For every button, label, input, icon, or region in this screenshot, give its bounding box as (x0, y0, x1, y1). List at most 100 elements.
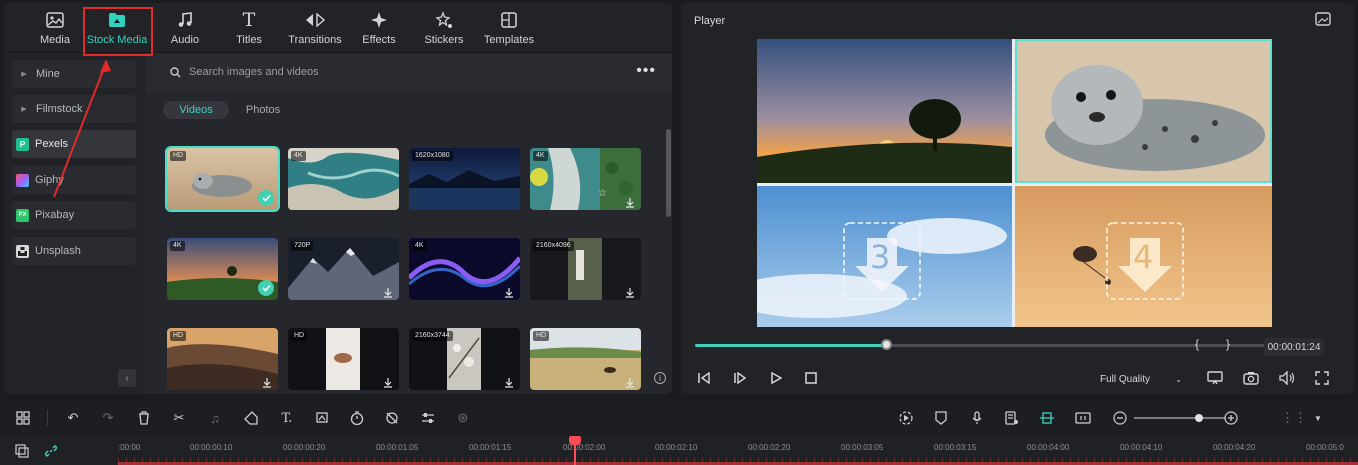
favorite-star-icon[interactable]: ☆ (598, 188, 607, 199)
tab-audio[interactable]: Audio (163, 3, 207, 53)
download-icon[interactable] (504, 375, 514, 388)
resolution-badge: 4K (170, 241, 185, 251)
next-frame-icon[interactable] (731, 369, 749, 387)
search-input[interactable]: Search images and videos ••• (146, 54, 672, 90)
ai-tool-icon[interactable]: ⊛ (454, 409, 472, 427)
text-icon: T (242, 9, 256, 31)
stock-media-icon (108, 11, 126, 29)
current-time: 00:00:01:24 (1264, 338, 1324, 356)
camera-snapshot-icon[interactable] (1242, 369, 1260, 387)
playback-scrubber[interactable] (880, 339, 892, 350)
grid-dots-icon[interactable]: ⋮⋮ (1281, 409, 1307, 427)
track-manager-icon[interactable] (13, 442, 31, 460)
tab-titles[interactable]: T Titles (227, 3, 271, 53)
zoom-slider[interactable] (1134, 417, 1226, 419)
tab-videos[interactable]: Videos (163, 101, 229, 119)
crop-icon[interactable] (313, 409, 331, 427)
tab-stickers-label: Stickers (424, 34, 464, 46)
speed-timer-icon[interactable] (348, 409, 366, 427)
download-icon[interactable] (625, 195, 635, 208)
tab-photos[interactable]: Photos (236, 101, 290, 119)
snap-magnet-icon[interactable] (1038, 409, 1056, 427)
tag-icon[interactable] (242, 409, 260, 427)
tab-stock-media[interactable]: Stock Media (86, 3, 148, 53)
mark-in-button[interactable]: { (1195, 337, 1199, 351)
tab-transitions[interactable]: Transitions (286, 3, 344, 53)
sidebar-item-label: Unsplash (35, 245, 81, 257)
audio-detach-icon[interactable]: ♫ (206, 409, 224, 427)
delete-icon[interactable] (135, 409, 153, 427)
video-thumbnail[interactable]: 4K (409, 238, 520, 300)
ruler-label: 00:00:05:0 (1306, 443, 1344, 452)
tab-templates[interactable]: Templates (483, 3, 535, 53)
video-thumbnail[interactable]: 4K (167, 238, 278, 300)
adjust-sliders-icon[interactable] (419, 409, 437, 427)
shield-mark-icon[interactable] (932, 409, 950, 427)
tab-titles-label: Titles (236, 34, 262, 46)
video-thumbnail[interactable]: 720P (288, 238, 399, 300)
video-thumbnail[interactable]: HD (288, 328, 399, 390)
download-icon[interactable] (383, 285, 393, 298)
video-thumbnail[interactable]: 4K (288, 148, 399, 210)
text-tool-icon[interactable]: T. (278, 409, 296, 427)
split-screen-quad-2[interactable] (1015, 39, 1272, 183)
sidebar-item-unsplash[interactable]: Unsplash (12, 237, 136, 265)
split-screen-quad-3[interactable]: 3 (757, 186, 1012, 327)
tab-media[interactable]: Media (33, 3, 77, 53)
layout-grid-icon[interactable] (14, 409, 32, 427)
info-icon[interactable]: i (654, 372, 666, 384)
zoom-in-icon[interactable] (1222, 409, 1240, 427)
fullscreen-icon[interactable] (1313, 369, 1331, 387)
more-options-icon[interactable]: ••• (636, 62, 656, 80)
sidebar-item-pixabay[interactable]: PX Pixabay (12, 201, 136, 229)
volume-icon[interactable] (1278, 369, 1296, 387)
prev-frame-icon[interactable] (695, 369, 713, 387)
split-screen-quad-1[interactable] (757, 39, 1012, 183)
chevron-down-icon[interactable]: ▼ (1309, 409, 1327, 427)
microphone-icon[interactable] (968, 409, 986, 427)
content-scrollbar[interactable] (666, 129, 671, 217)
download-icon[interactable] (383, 375, 393, 388)
voiceover-text-icon[interactable] (1003, 409, 1021, 427)
split-scissors-icon[interactable]: ✂ (170, 409, 188, 427)
mark-out-button[interactable]: } (1226, 337, 1230, 351)
tab-effects[interactable]: Effects (357, 3, 401, 53)
quality-select[interactable]: Full Quality ⌄ (1094, 369, 1188, 389)
tab-stickers[interactable]: Stickers (421, 3, 467, 53)
collapse-sidebar-button[interactable]: ‹ (118, 369, 136, 387)
video-thumbnail[interactable]: HD (167, 328, 278, 390)
snapshot-preview-icon[interactable] (1315, 12, 1331, 31)
search-icon (170, 66, 181, 78)
download-icon[interactable] (625, 285, 635, 298)
stop-icon[interactable] (802, 369, 820, 387)
download-icon[interactable] (625, 375, 635, 388)
redo-icon[interactable]: ↷ (99, 409, 117, 427)
preview-canvas[interactable]: 3 4 (757, 39, 1272, 327)
undo-icon[interactable]: ↶ (64, 409, 82, 427)
color-match-icon[interactable] (383, 409, 401, 427)
resolution-badge: 1620x1080 (412, 151, 453, 161)
timeline-playhead[interactable] (574, 436, 576, 465)
toolbar-divider (47, 410, 48, 426)
download-icon[interactable] (262, 375, 272, 388)
zoom-out-icon[interactable] (1111, 409, 1129, 427)
ruler-label: 00:00:01:05 (376, 443, 419, 452)
link-icon[interactable] (42, 442, 60, 460)
video-thumbnail[interactable]: HD (165, 146, 280, 212)
playback-progress-bar[interactable] (695, 344, 1273, 347)
tab-transitions-label: Transitions (288, 34, 342, 46)
download-icon[interactable] (504, 285, 514, 298)
video-thumbnail[interactable]: HD (530, 328, 641, 390)
pip-icon[interactable] (1074, 409, 1092, 427)
render-preview-icon[interactable] (897, 409, 915, 427)
video-thumbnail[interactable]: 4K ☆ (530, 148, 641, 210)
ruler-label: :00:00 (118, 443, 141, 452)
display-settings-icon[interactable] (1206, 369, 1224, 387)
video-thumbnail[interactable]: 2160x3744 (409, 328, 520, 390)
video-thumbnail[interactable]: 2160x4096 (530, 238, 641, 300)
ruler-label: 00:00:00:20 (283, 443, 326, 452)
play-icon[interactable] (767, 369, 785, 387)
zoom-slider-knob[interactable] (1195, 414, 1203, 422)
video-thumbnail[interactable]: 1620x1080 (409, 148, 520, 210)
split-screen-quad-4[interactable]: 4 (1015, 186, 1272, 327)
